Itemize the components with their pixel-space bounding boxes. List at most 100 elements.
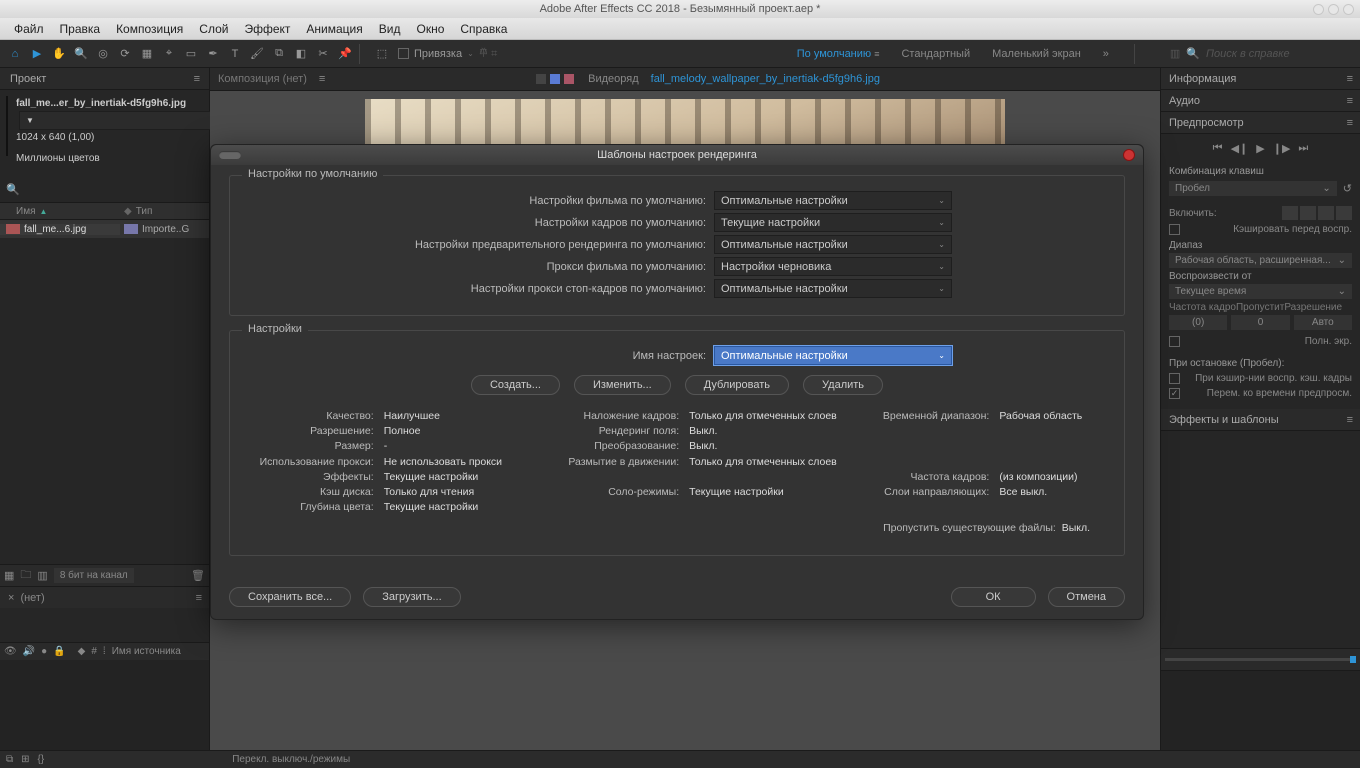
- duplicate-button[interactable]: Дублировать: [685, 375, 789, 395]
- footage-tab[interactable]: Видеоряд: [588, 73, 639, 85]
- status-icon[interactable]: {}: [38, 754, 45, 765]
- workspace-more-icon[interactable]: »: [1103, 48, 1109, 60]
- dialog-close-button[interactable]: [1123, 149, 1135, 161]
- shortcut-select[interactable]: Пробел⌄: [1169, 181, 1337, 196]
- timeline-tab[interactable]: (нет): [20, 592, 44, 604]
- folder-icon[interactable]: 🗀: [20, 566, 31, 585]
- include-loop-icon[interactable]: [1336, 206, 1352, 220]
- menu-effect[interactable]: Эффект: [236, 22, 298, 36]
- still-proxy-select[interactable]: Оптимальные настройки⌄: [714, 279, 952, 298]
- solo-icon[interactable]: ●: [41, 646, 47, 657]
- panel-toggle-icon[interactable]: ▥: [1170, 47, 1180, 60]
- onstop1-checkbox[interactable]: [1169, 373, 1180, 384]
- anchor-tool-icon[interactable]: ⌖: [158, 43, 180, 65]
- info-panel-tab[interactable]: Информация: [1169, 73, 1236, 85]
- movie-default-select[interactable]: Оптимальные настройки⌄: [714, 191, 952, 210]
- roto-tool-icon[interactable]: ✂: [312, 43, 334, 65]
- panel-menu-icon[interactable]: ≡: [1347, 117, 1352, 129]
- menu-edit[interactable]: Правка: [52, 22, 109, 36]
- workspace-default[interactable]: По умолчанию ≡: [797, 48, 880, 60]
- col-type[interactable]: Тип: [136, 206, 153, 217]
- menu-layer[interactable]: Слой: [191, 22, 236, 36]
- snap-checkbox[interactable]: [398, 48, 409, 59]
- col-name[interactable]: Имя: [16, 206, 35, 217]
- camera-tool-icon[interactable]: ▦: [136, 43, 158, 65]
- lock-icon[interactable]: 🔒: [53, 646, 65, 657]
- ok-button[interactable]: ОК: [951, 587, 1036, 607]
- footage-filename[interactable]: fall_melody_wallpaper_by_inertiak-d5fg9h…: [651, 73, 880, 85]
- search-icon[interactable]: 🔍: [6, 183, 20, 196]
- cancel-button[interactable]: Отмена: [1048, 587, 1125, 607]
- project-row[interactable]: fall_me...6.jpg Importe..G: [0, 220, 209, 238]
- skip-select[interactable]: 0: [1231, 315, 1289, 330]
- last-frame-icon[interactable]: ⏭: [1298, 142, 1308, 155]
- timeline-marker[interactable]: [1350, 656, 1356, 663]
- pen-tool-icon[interactable]: ✒: [202, 43, 224, 65]
- comp-icon[interactable]: ▥: [37, 569, 47, 582]
- comp-tab-none[interactable]: Композиция (нет): [218, 73, 307, 85]
- res-select[interactable]: Авто: [1294, 315, 1352, 330]
- shape-tool-icon[interactable]: ▭: [180, 43, 202, 65]
- bpc-toggle[interactable]: 8 бит на канал: [54, 568, 134, 583]
- load-button[interactable]: Загрузить...: [363, 587, 460, 607]
- panel-menu-icon[interactable]: ≡: [1347, 73, 1352, 85]
- workspace-standard[interactable]: Стандартный: [901, 48, 970, 60]
- first-frame-icon[interactable]: ⏮: [1213, 142, 1223, 155]
- brush-tool-icon[interactable]: 🖌: [246, 43, 268, 65]
- text-tool-icon[interactable]: T: [224, 43, 246, 65]
- include-overlay-icon[interactable]: [1318, 206, 1334, 220]
- fullscreen-checkbox[interactable]: [1169, 336, 1180, 347]
- label-col-icon[interactable]: ◆: [78, 646, 86, 657]
- zoom-tool-icon[interactable]: 🔍: [70, 43, 92, 65]
- comp-tab-menu-icon[interactable]: ≡: [319, 73, 324, 85]
- help-search-input[interactable]: Поиск в справке: [1206, 48, 1346, 60]
- fx-panel-tab[interactable]: Эффекты и шаблоны: [1169, 414, 1279, 426]
- prev-frame-icon[interactable]: ◀❙: [1231, 142, 1249, 155]
- frame-default-select[interactable]: Текущие настройки⌄: [714, 213, 952, 232]
- panel-menu-icon[interactable]: ≡: [194, 73, 199, 85]
- save-all-button[interactable]: Сохранить все...: [229, 587, 351, 607]
- snap-icon[interactable]: ⬚: [371, 43, 393, 65]
- prerender-default-select[interactable]: Оптимальные настройки⌄: [714, 235, 952, 254]
- playfrom-select[interactable]: Текущее время⌄: [1169, 284, 1352, 299]
- window-close-icon[interactable]: [1343, 4, 1354, 15]
- eye-icon[interactable]: 👁: [4, 646, 17, 657]
- status-icon[interactable]: ⧉: [6, 754, 13, 765]
- menu-help[interactable]: Справка: [452, 22, 515, 36]
- create-button[interactable]: Создать...: [471, 375, 560, 395]
- fps-select[interactable]: (0): [1169, 315, 1227, 330]
- reset-icon[interactable]: ↺: [1343, 182, 1352, 195]
- range-select[interactable]: Рабочая область, расширенная...⌄: [1169, 253, 1352, 268]
- puppet-tool-icon[interactable]: 📌: [334, 43, 356, 65]
- status-icon[interactable]: ⊞: [21, 754, 29, 765]
- window-min-icon[interactable]: [1313, 4, 1324, 15]
- include-video-icon[interactable]: [1282, 206, 1298, 220]
- hand-tool-icon[interactable]: ✋: [48, 43, 70, 65]
- trash-icon[interactable]: 🗑: [191, 569, 205, 582]
- clone-tool-icon[interactable]: ⧉: [268, 43, 290, 65]
- menu-composition[interactable]: Композиция: [108, 22, 191, 36]
- timeline-menu-icon[interactable]: ≡: [196, 592, 201, 604]
- delete-button[interactable]: Удалить: [803, 375, 883, 395]
- next-frame-icon[interactable]: ❙▶: [1273, 142, 1291, 155]
- menu-view[interactable]: Вид: [371, 22, 409, 36]
- source-name-col[interactable]: Имя источника: [112, 646, 181, 657]
- interpret-icon[interactable]: ▦: [4, 569, 14, 582]
- settings-name-select[interactable]: Оптимальные настройки⌄: [714, 346, 952, 365]
- home-icon[interactable]: ⌂: [4, 43, 26, 65]
- orbit-tool-icon[interactable]: ◎: [92, 43, 114, 65]
- cache-checkbox[interactable]: [1169, 224, 1180, 235]
- include-audio-icon[interactable]: [1300, 206, 1316, 220]
- movie-proxy-select[interactable]: Настройки черновика⌄: [714, 257, 952, 276]
- menu-animation[interactable]: Анимация: [298, 22, 370, 36]
- rotate-tool-icon[interactable]: ⟳: [114, 43, 136, 65]
- project-tab[interactable]: Проект: [10, 73, 46, 85]
- menu-file[interactable]: Файл: [6, 22, 52, 36]
- eraser-tool-icon[interactable]: ◧: [290, 43, 312, 65]
- panel-menu-icon[interactable]: ≡: [1347, 414, 1352, 426]
- play-icon[interactable]: ▶: [1256, 142, 1264, 155]
- timeline-close-icon[interactable]: ×: [8, 592, 14, 604]
- preview-panel-tab[interactable]: Предпросмотр: [1169, 117, 1244, 129]
- edit-button[interactable]: Изменить...: [574, 375, 671, 395]
- dialog-grip-icon[interactable]: [219, 151, 241, 159]
